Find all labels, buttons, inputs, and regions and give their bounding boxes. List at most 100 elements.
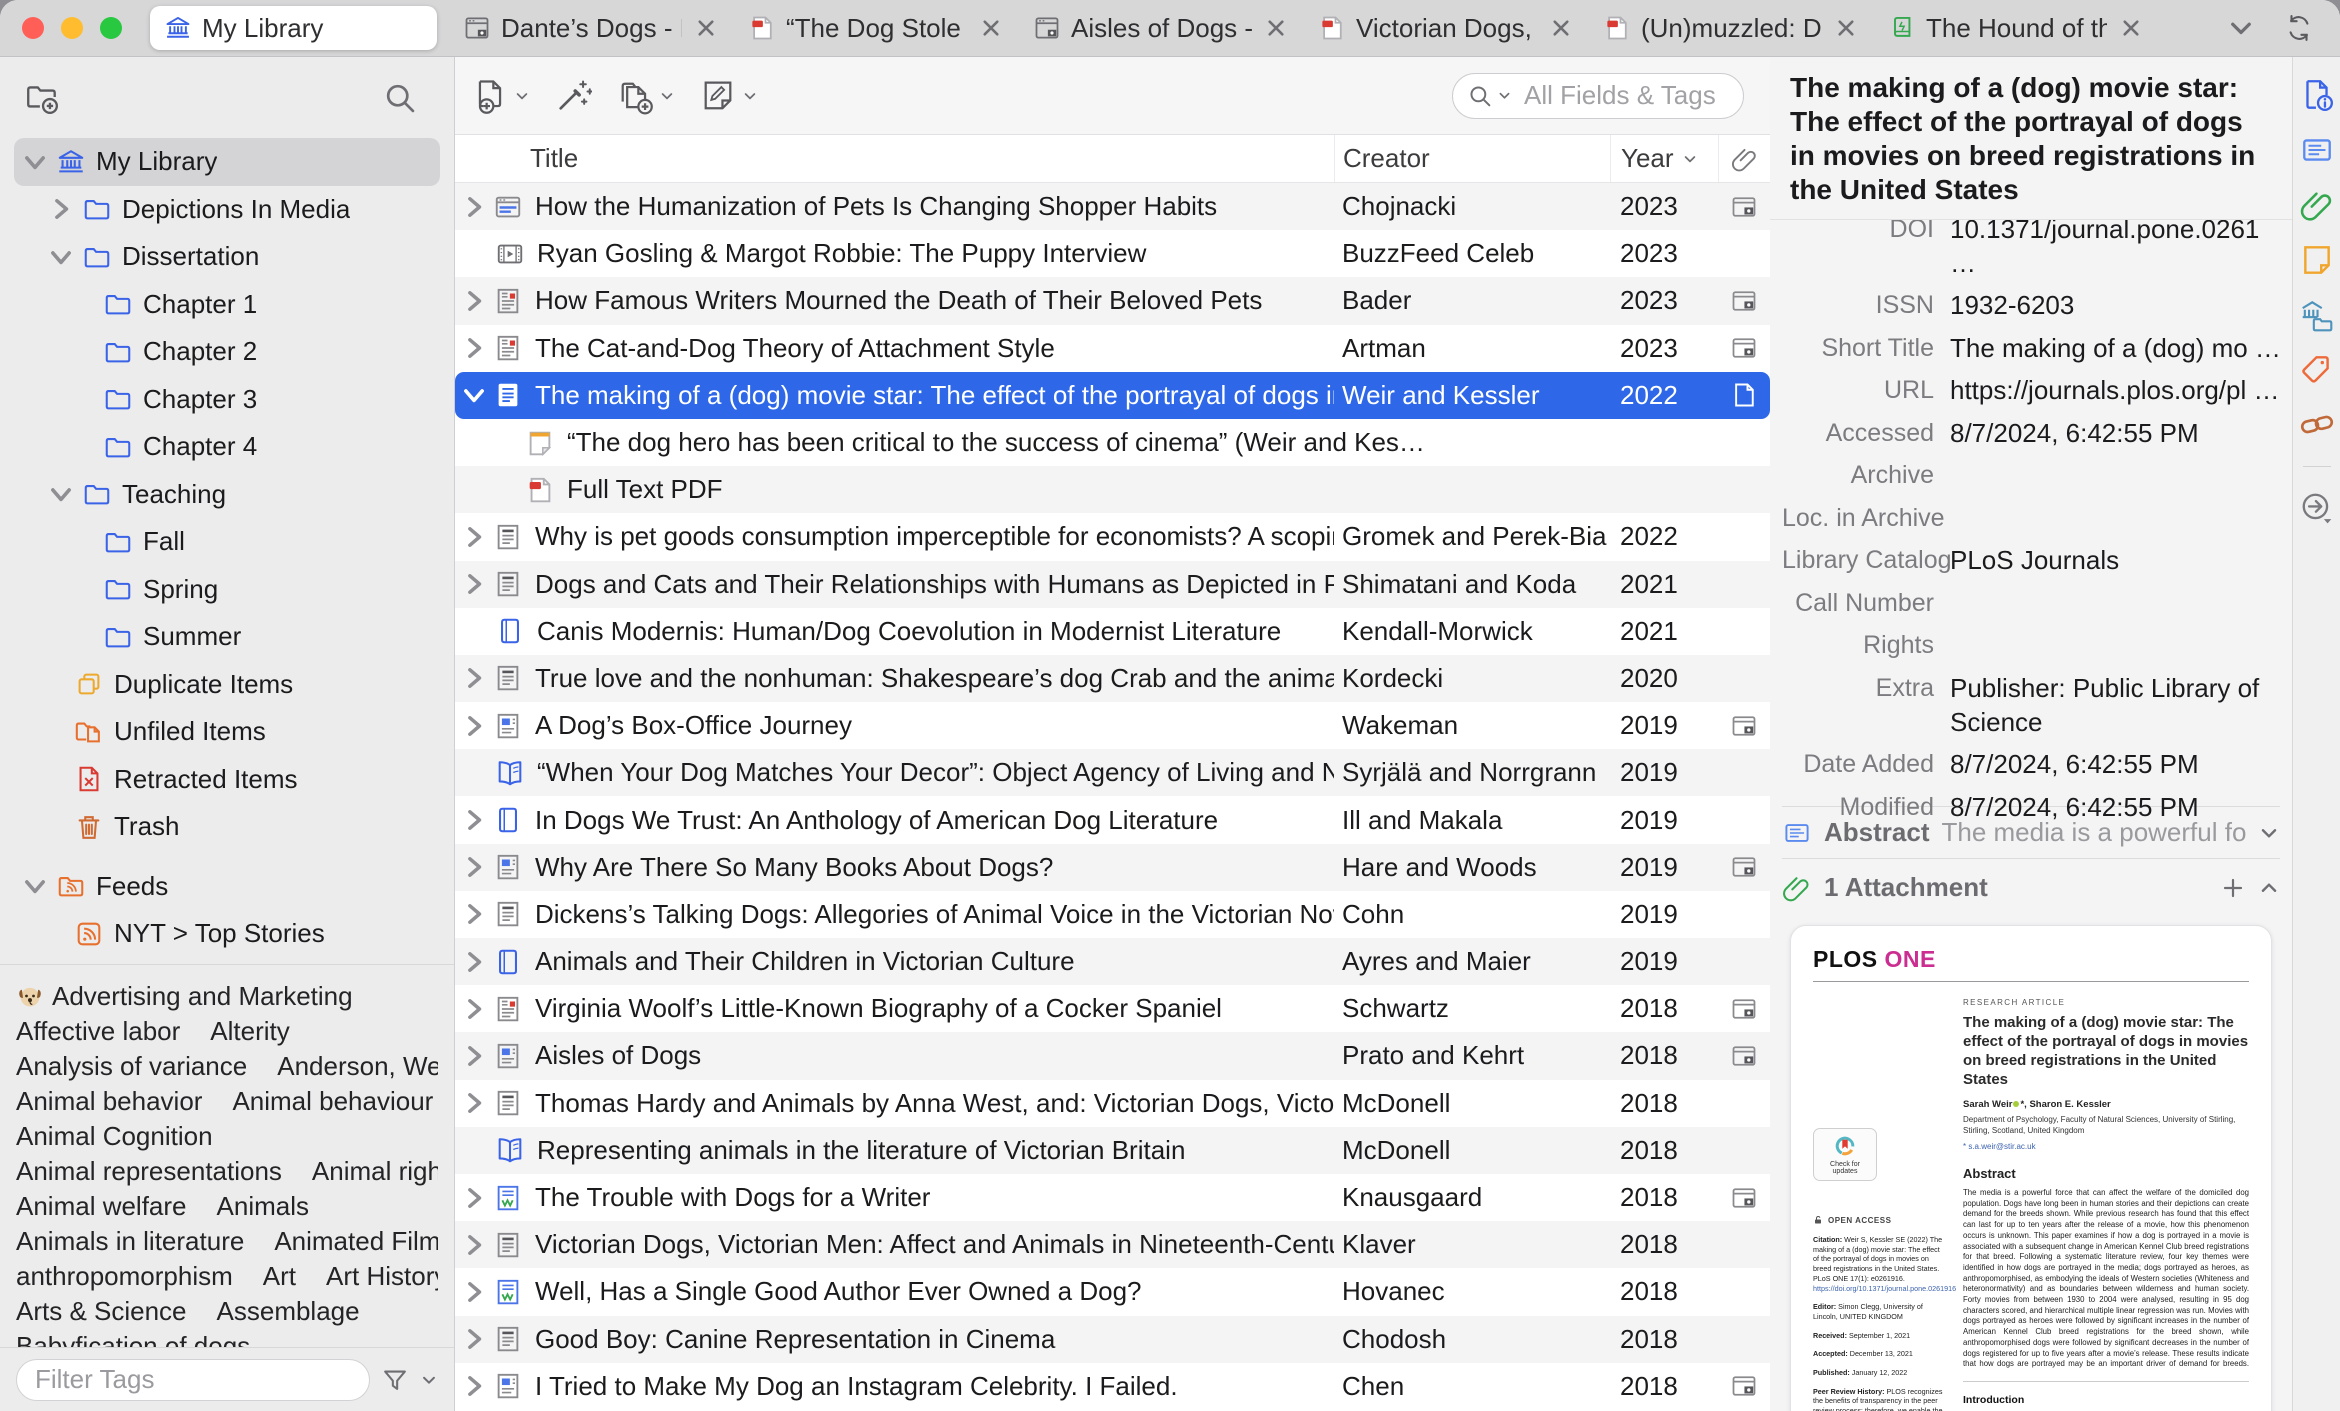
chevron-down-icon[interactable]: [46, 479, 76, 509]
tab-un-muzzled-dogs[interactable]: (Un)muzzled: Dogs: [1589, 6, 1874, 50]
item-row-ryan-gosling-margot-robbie-the-puppy-int[interactable]: Ryan Gosling & Margot Robbie: The Puppy …: [455, 230, 1770, 277]
item-row-animals-and-their-children-in-victorian-[interactable]: Animals and Their Children in Victorian …: [455, 938, 1770, 986]
chevron-right-icon[interactable]: [46, 194, 76, 224]
sidebar-item-teaching[interactable]: Teaching: [0, 471, 454, 519]
chevron-down-icon[interactable]: [459, 380, 489, 410]
new-attachment-button[interactable]: [616, 77, 675, 115]
item-pane-title[interactable]: The making of a (dog) movie star: The ef…: [1770, 57, 2292, 220]
tag-animated-films[interactable]: Animated Films: [274, 1226, 438, 1257]
tag-assemblage[interactable]: Assemblage: [217, 1296, 360, 1327]
item-row-canis-modernis-human-dog-coevolution-in-[interactable]: Canis Modernis: Human/Dog Coevolution in…: [455, 608, 1770, 655]
chevron-right-icon[interactable]: [459, 1183, 489, 1213]
chevron-right-icon[interactable]: [459, 852, 489, 882]
chevron-up-icon[interactable]: [2258, 877, 2280, 899]
field-value[interactable]: [1950, 628, 2282, 662]
field-value[interactable]: [1950, 586, 2282, 620]
tag-animals[interactable]: Animals: [217, 1191, 309, 1222]
new-item-button[interactable]: [471, 77, 530, 115]
item-row-i-tried-to-make-my-dog-an-instagram-cele[interactable]: I Tried to Make My Dog an Instagram Cele…: [455, 1363, 1770, 1410]
column-header-title[interactable]: Title: [455, 143, 1334, 174]
sidebar-item-feeds[interactable]: Feeds: [0, 863, 454, 911]
tab-victorian-dogs-vict[interactable]: Victorian Dogs, Vict: [1304, 6, 1589, 50]
item-row-full-text-pdf[interactable]: Full Text PDF: [455, 466, 1770, 514]
sidebar-item-unfiled-items[interactable]: Unfiled Items: [0, 708, 454, 756]
field-value[interactable]: PLoS Journals: [1950, 543, 2282, 577]
sidebar-item-depictions-in-media[interactable]: Depictions In Media: [0, 186, 454, 234]
tag-animal-welfare[interactable]: Animal welfare: [16, 1191, 187, 1222]
tag-art-history[interactable]: Art History: [326, 1261, 438, 1292]
item-row-victorian-dogs-victorian-men-affect-and-[interactable]: Victorian Dogs, Victorian Men: Affect an…: [455, 1221, 1770, 1269]
search-input[interactable]: [1522, 79, 1729, 112]
close-tab-icon[interactable]: [2117, 14, 2145, 42]
item-row-the-making-of-a-dog-movie-star-the-effec[interactable]: The making of a (dog) movie star: The ef…: [455, 371, 1770, 419]
chevron-right-icon[interactable]: [459, 286, 489, 316]
item-row-thomas-hardy-and-animals-by-anna-west-an[interactable]: Thomas Hardy and Animals by Anna West, a…: [455, 1080, 1770, 1127]
sidebar-item-chapter-1[interactable]: Chapter 1: [0, 281, 454, 329]
filter-tags-input[interactable]: [16, 1358, 370, 1401]
chevron-down-icon[interactable]: [420, 1371, 438, 1389]
tag-advertising-and-marketing[interactable]: Advertising and Marketing: [16, 981, 353, 1012]
tag-animal-behaviour[interactable]: Animal behaviour: [232, 1086, 433, 1117]
minimize-window-button[interactable]: [61, 17, 83, 39]
search-icon[interactable]: [1467, 83, 1493, 109]
attachment-preview-card[interactable]: PLOS ONE Check for updates OPEN ACCESS C…: [1790, 925, 2272, 1411]
add-by-identifier-button[interactable]: [554, 77, 592, 115]
item-row-why-is-pet-goods-consumption-imperceptib[interactable]: Why is pet goods consumption imperceptib…: [455, 513, 1770, 560]
sync-icon[interactable]: [2284, 13, 2314, 43]
item-row-how-famous-writers-mourned-the-death-of-[interactable]: How Famous Writers Mourned the Death of …: [455, 277, 1770, 325]
tag-filter-funnel-icon[interactable]: [380, 1365, 410, 1395]
close-tab-icon[interactable]: [1262, 14, 1290, 42]
tag-art[interactable]: Art: [263, 1261, 296, 1292]
sidebar-item-retracted-items[interactable]: Retracted Items: [0, 756, 454, 804]
chevron-right-icon[interactable]: [459, 1041, 489, 1071]
item-row-dogs-and-cats-and-their-relationships-wi[interactable]: Dogs and Cats and Their Relationships wi…: [455, 560, 1770, 608]
libraries-collections-icon[interactable]: [2299, 297, 2335, 333]
chevron-right-icon[interactable]: [459, 569, 489, 599]
sidebar-item-fall[interactable]: Fall: [0, 518, 454, 566]
tab-my-library[interactable]: My Library: [150, 6, 437, 50]
item-row-the-dog-hero-has-been-critical-to-the-su[interactable]: “The dog hero has been critical to the s…: [455, 419, 1770, 466]
tab-the-dog-stole-the[interactable]: “The Dog Stole the: [734, 6, 1019, 50]
item-row-how-the-humanization-of-pets-is-changing[interactable]: How the Humanization of Pets Is Changing…: [455, 183, 1770, 231]
tag-affective-labor[interactable]: Affective labor: [16, 1016, 180, 1047]
item-row-the-trouble-with-dogs-for-a-writer[interactable]: The Trouble with Dogs for a Writer Knausg…: [455, 1174, 1770, 1221]
collection-search-icon[interactable]: [382, 80, 418, 116]
field-value[interactable]: The making of a (dog) mo …: [1950, 331, 2282, 365]
add-collection-icon[interactable]: [24, 80, 60, 116]
chevron-right-icon[interactable]: [459, 1324, 489, 1354]
tag-arts-science[interactable]: Arts & Science: [16, 1296, 187, 1327]
chevron-right-icon[interactable]: [459, 333, 489, 363]
chevron-down-icon[interactable]: [1497, 88, 1512, 103]
chevron-right-icon[interactable]: [459, 1371, 489, 1401]
sidebar-item-dissertation[interactable]: Dissertation: [0, 233, 454, 281]
close-tab-icon[interactable]: [977, 14, 1005, 42]
item-row-a-dog-s-box-office-journey[interactable]: A Dog’s Box-Office Journey Wakeman 2019: [455, 702, 1770, 749]
abstract-icon[interactable]: [2299, 132, 2335, 168]
tag-analysis-of-variance[interactable]: Analysis of variance: [16, 1051, 247, 1082]
sidebar-item-my-library[interactable]: My Library: [14, 138, 440, 186]
close-window-button[interactable]: [22, 17, 44, 39]
tab-dante-s-dogs-man[interactable]: Dante’s Dogs - Man: [449, 6, 734, 50]
tag-anthropomorphism[interactable]: anthropomorphism: [16, 1261, 233, 1292]
column-header-year[interactable]: Year: [1610, 135, 1718, 182]
new-note-button[interactable]: [699, 77, 758, 115]
sidebar-item-duplicate-items[interactable]: Duplicate Items: [0, 661, 454, 709]
item-row-virginia-woolf-s-little-known-biography-[interactable]: Virginia Woolf’s Little-Known Biography …: [455, 985, 1770, 1032]
column-header-creator[interactable]: Creator: [1334, 135, 1610, 182]
attachments-icon[interactable]: [2299, 187, 2335, 223]
close-tab-icon[interactable]: [1547, 14, 1575, 42]
chevron-right-icon[interactable]: [459, 947, 489, 977]
chevron-down-icon[interactable]: [46, 242, 76, 272]
sidebar-item-chapter-3[interactable]: Chapter 3: [0, 376, 454, 424]
related-icon[interactable]: [2299, 407, 2335, 443]
field-value[interactable]: 8/7/2024, 6:42:55 PM: [1950, 747, 2282, 781]
sidebar-item-spring[interactable]: Spring: [0, 566, 454, 614]
item-row-aisles-of-dogs[interactable]: Aisles of Dogs Prato and Kehrt 2018: [455, 1032, 1770, 1080]
field-value[interactable]: 8/7/2024, 6:42:55 PM: [1950, 790, 2282, 824]
tag-animals-in-literature[interactable]: Animals in literature: [16, 1226, 244, 1257]
sidebar-item-chapter-4[interactable]: Chapter 4: [0, 423, 454, 471]
close-tab-icon[interactable]: [692, 14, 720, 42]
field-value[interactable]: Publisher: Public Library of Science: [1950, 671, 2282, 739]
item-row-why-are-there-so-many-books-about-dogs[interactable]: Why Are There So Many Books About Dogs? H…: [455, 843, 1770, 891]
item-row-when-your-dog-matches-your-decor-object-[interactable]: “When Your Dog Matches Your Decor”: Obje…: [455, 749, 1770, 797]
